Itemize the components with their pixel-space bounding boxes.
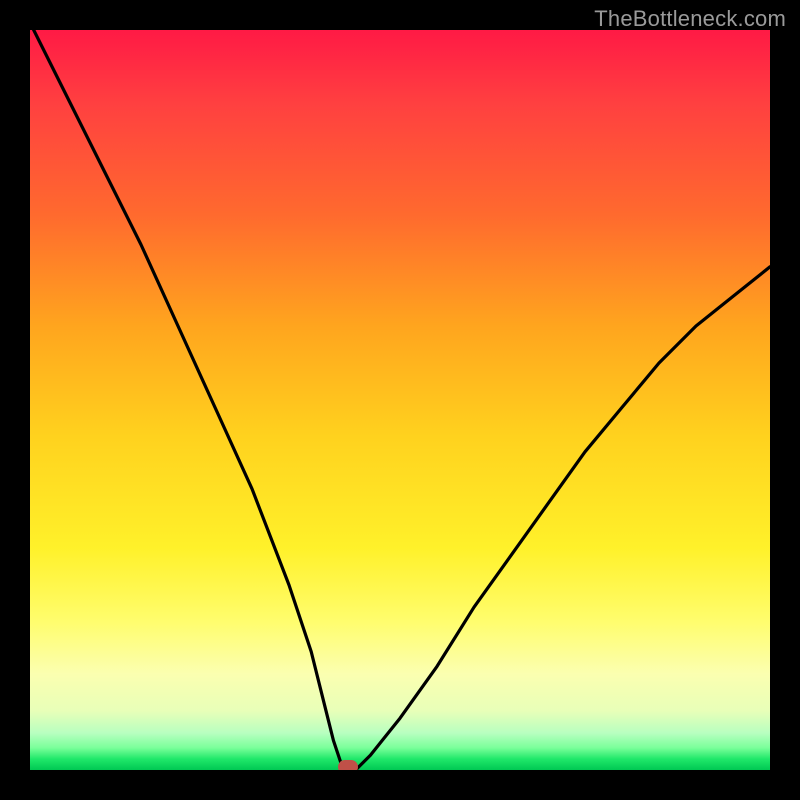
optimum-marker — [338, 760, 358, 770]
bottleneck-curve — [30, 30, 770, 770]
plot-area — [30, 30, 770, 770]
chart-frame: TheBottleneck.com — [0, 0, 800, 800]
curve-path — [30, 30, 770, 770]
watermark-text: TheBottleneck.com — [594, 6, 786, 32]
